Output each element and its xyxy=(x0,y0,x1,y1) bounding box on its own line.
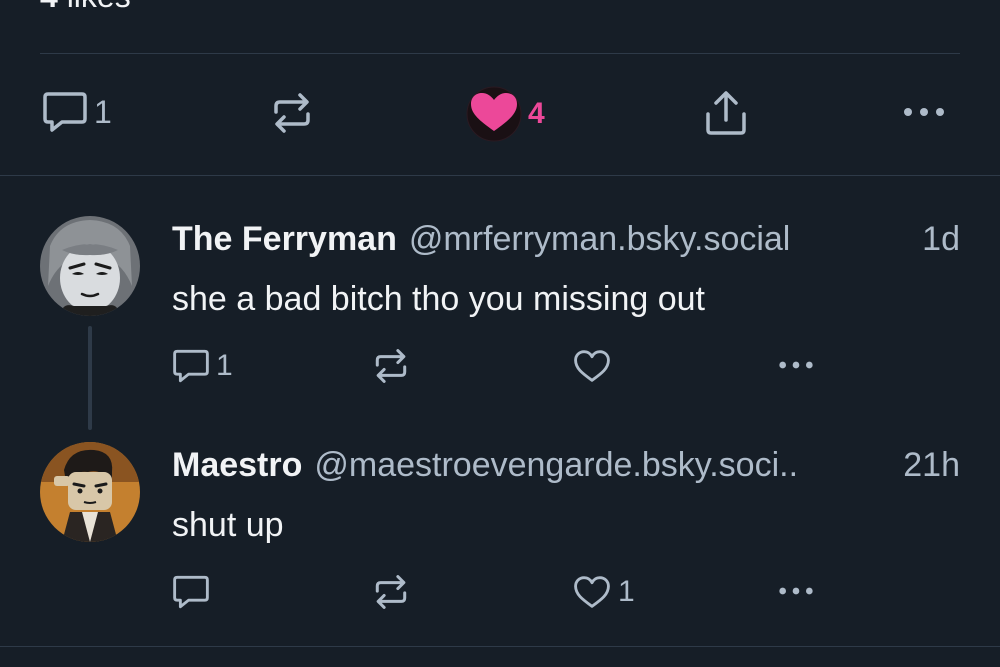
comment-icon xyxy=(43,92,87,132)
author-handle[interactable]: @maestroevengarde.bsky.soci.. xyxy=(314,446,895,485)
reply-header: Maestro @maestroevengarde.bsky.soci.. 21… xyxy=(172,446,960,485)
like-button[interactable] xyxy=(572,347,618,385)
stats-divider xyxy=(40,53,960,54)
like-button[interactable]: 4 xyxy=(466,86,545,142)
reply-button[interactable]: 1 xyxy=(172,348,233,384)
share-button[interactable] xyxy=(704,90,748,136)
reply-count: 1 xyxy=(94,93,112,130)
ellipsis-icon xyxy=(904,108,944,116)
reply-count: 1 xyxy=(216,349,233,382)
repost-button[interactable] xyxy=(372,348,410,384)
heart-icon xyxy=(574,350,610,382)
avatar-image xyxy=(40,442,140,542)
thread-line xyxy=(88,326,92,430)
heart-icon xyxy=(574,576,610,608)
post-timestamp[interactable]: 1d xyxy=(922,220,960,259)
repost-button[interactable] xyxy=(270,92,320,134)
like-count: 4 xyxy=(528,97,545,130)
repost-icon xyxy=(375,349,407,383)
post-divider xyxy=(0,175,1000,176)
author-name[interactable]: The Ferryman xyxy=(172,220,397,259)
reply-button[interactable]: 1 xyxy=(42,90,112,134)
post-timestamp[interactable]: 21h xyxy=(903,446,960,485)
more-options-button[interactable] xyxy=(776,581,816,601)
reply-divider xyxy=(0,646,1000,647)
comment-icon xyxy=(173,349,209,383)
likes-number: 4 xyxy=(40,0,58,14)
post-text: shut up xyxy=(172,506,284,544)
comment-icon xyxy=(173,575,209,609)
repost-icon xyxy=(375,575,407,609)
repost-icon xyxy=(274,93,310,133)
reply-header: The Ferryman @mrferryman.bsky.social 1d xyxy=(172,220,960,259)
avatar-image xyxy=(40,216,140,316)
heart-filled-icon xyxy=(466,86,522,142)
post-likes-count[interactable]: 4 likes xyxy=(40,0,131,15)
author-handle[interactable]: @mrferryman.bsky.social xyxy=(409,220,914,259)
like-button[interactable]: 1 xyxy=(572,573,635,611)
more-options-button[interactable] xyxy=(902,100,946,124)
ellipsis-icon xyxy=(779,587,813,595)
avatar[interactable] xyxy=(40,216,140,316)
likes-label: likes xyxy=(67,0,131,14)
repost-button[interactable] xyxy=(372,574,410,610)
avatar[interactable] xyxy=(40,442,140,542)
post-text: she a bad bitch tho you missing out xyxy=(172,280,705,318)
author-name[interactable]: Maestro xyxy=(172,446,302,485)
share-icon xyxy=(706,91,746,135)
like-count: 1 xyxy=(618,575,635,608)
ellipsis-icon xyxy=(779,361,813,369)
more-options-button[interactable] xyxy=(776,355,816,375)
reply-button[interactable] xyxy=(172,574,216,610)
